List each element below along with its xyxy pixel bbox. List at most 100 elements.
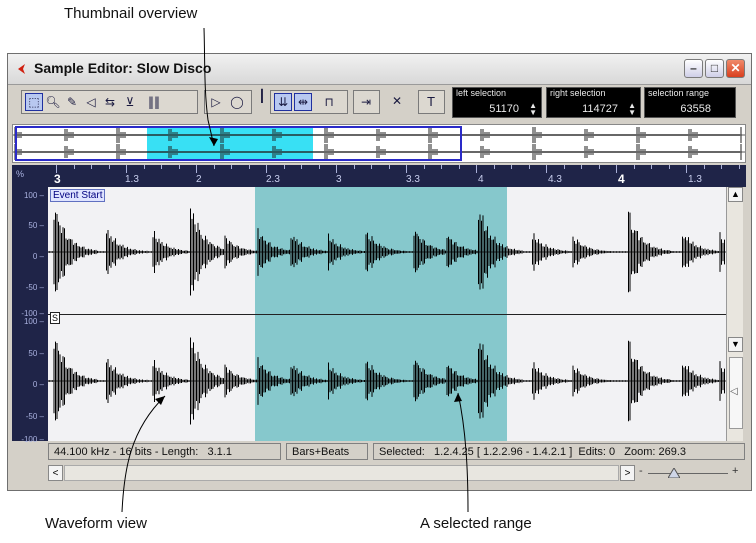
level-slider-icon[interactable]: ┃	[254, 88, 270, 116]
zoom-slider-thumb-icon[interactable]: ◁	[730, 386, 738, 397]
ruler-tick	[371, 165, 372, 169]
selection-range-field: selection range 63558	[644, 87, 736, 118]
ruler-tick	[266, 165, 267, 173]
ruler-tick	[616, 165, 617, 173]
close-button[interactable]: ✕	[726, 59, 745, 78]
channel-divider	[48, 314, 726, 315]
edits-count: Edits: 0	[578, 446, 616, 458]
ruler-tick	[249, 165, 250, 169]
ruler-tick	[406, 165, 407, 173]
ruler-tick	[494, 165, 495, 169]
ruler-label: 4.3	[548, 174, 562, 185]
minimize-button[interactable]: –	[684, 59, 703, 78]
selected-value: 1.2.4.25 [ 1.2.2.96 - 1.4.2.1 ]	[434, 446, 573, 458]
right-selection-field[interactable]: right selection 114727 ▲ ▼	[546, 87, 641, 118]
quantize-group: ⇥	[353, 90, 380, 114]
ruler-tick	[704, 165, 705, 169]
ruler-tick	[459, 165, 460, 169]
hitpoint-tool-icon[interactable]: ⊻	[122, 94, 138, 110]
play-icon[interactable]: ▷	[208, 94, 224, 110]
zoom-out-button[interactable]: -	[639, 465, 643, 477]
ruler-tick	[599, 165, 600, 169]
ruler-tick	[284, 165, 285, 169]
scroll-left-button[interactable]: <	[48, 465, 63, 481]
ruler-tick	[56, 165, 57, 173]
scroll-up-icon[interactable]: ▲	[728, 187, 743, 202]
ruler-tick	[511, 165, 512, 169]
length-value: 3.1.1	[207, 446, 232, 458]
left-selection-label: left selection	[456, 88, 507, 98]
hitpoint-group: T	[418, 90, 445, 114]
playback-group: ▷ ◯	[204, 90, 252, 114]
amplitude-label: 50 –	[28, 349, 44, 358]
waveform-view[interactable]: Event Start S	[48, 187, 726, 441]
ruler-label: 1.3	[688, 174, 702, 185]
hitpoint-sensitivity-icon[interactable]: T	[423, 94, 439, 110]
ruler-tick	[634, 165, 635, 169]
event-start-marker[interactable]: Event Start	[50, 189, 106, 202]
amplitude-label: 0 –	[32, 252, 44, 261]
grid-tool-icon[interactable]: ‖‖	[146, 94, 162, 110]
snap-icon[interactable]: ⇊	[274, 93, 292, 111]
right-selection-label: right selection	[550, 88, 606, 98]
zoom-in-button[interactable]: +	[732, 465, 738, 477]
ruler-tick	[196, 165, 197, 173]
thumbnail-overview[interactable]	[12, 124, 746, 163]
spin-arrows-icon[interactable]: ▲ ▼	[628, 102, 636, 117]
ruler-label: 3	[336, 174, 342, 185]
amplitude-label: 100 –	[23, 191, 44, 200]
ruler-tick	[389, 165, 390, 169]
view-icon[interactable]: ⇹	[294, 93, 312, 111]
thumbnail-overview-callout: Thumbnail overview	[64, 5, 198, 22]
ruler-tick	[179, 165, 180, 169]
horizontal-scrollbar[interactable]: < > - +	[48, 465, 745, 482]
zoom-slider-thumb-icon[interactable]	[668, 468, 680, 478]
ruler-tick	[529, 165, 530, 169]
timeline-ruler[interactable]: % 3 1.3 2 2.3 3 3.3 4 4.3 4 1.3	[12, 165, 746, 187]
display-format[interactable]: Bars+Beats	[286, 443, 368, 460]
spin-arrows-icon[interactable]: ▲ ▼	[529, 102, 537, 117]
ruler-tick	[651, 165, 652, 169]
ruler-tick	[91, 165, 92, 169]
selected-range-callout: A selected range	[420, 515, 532, 532]
loop-icon[interactable]: ◯	[229, 94, 245, 110]
ruler-tick	[476, 165, 477, 173]
ruler-label: 3.3	[406, 174, 420, 185]
waveform-view-callout: Waveform view	[45, 515, 147, 532]
amplitude-label: 100 –	[23, 317, 44, 326]
ruler-tick	[564, 165, 565, 169]
ruler-tick	[354, 165, 355, 169]
range-icon[interactable]: ⊓	[321, 94, 337, 110]
vertical-zoom-slider[interactable]: ◁	[729, 357, 743, 429]
scroll-down-icon[interactable]: ▼	[728, 337, 743, 352]
ruler-label: 2.3	[266, 174, 280, 185]
view-group: ⇊ ⇹ ⊓	[270, 90, 348, 114]
ruler-tick	[301, 165, 302, 169]
show-hitpoints-icon[interactable]: ✕	[389, 93, 405, 109]
ruler-tick	[546, 165, 547, 173]
speaker-tool-icon[interactable]: ◁	[83, 94, 99, 110]
snap-point-marker[interactable]: S	[50, 312, 61, 324]
pencil-tool-icon[interactable]: ✎	[64, 94, 80, 110]
selected-label: Selected:	[379, 446, 425, 458]
ruler-tick	[161, 165, 162, 169]
range-select-tool-icon[interactable]: ⬚	[25, 93, 43, 111]
overview-view-rectangle[interactable]	[15, 126, 462, 161]
ruler-label: 3	[54, 172, 61, 186]
scrub-tool-icon[interactable]: ⇆	[102, 94, 118, 110]
scroll-track[interactable]	[64, 465, 619, 481]
amplitude-label: -50 –	[25, 283, 44, 292]
zoom-slider-track[interactable]	[648, 473, 728, 474]
ruler-tick	[231, 165, 232, 169]
maximize-button[interactable]: □	[705, 59, 724, 78]
quantize-icon[interactable]: ⇥	[358, 94, 374, 110]
left-selection-value[interactable]: 51170	[489, 103, 519, 115]
amplitude-label: -100 –	[21, 435, 44, 444]
scroll-right-button[interactable]: >	[620, 465, 635, 481]
zoom-tool-icon[interactable]: 🔍︎	[45, 94, 61, 110]
left-selection-field[interactable]: left selection 51170 ▲ ▼	[452, 87, 542, 118]
right-selection-value[interactable]: 114727	[582, 103, 618, 115]
vertical-scrollbar[interactable]: ▲ ▼ ◁	[726, 187, 743, 441]
title-bar[interactable]: Sample Editor: Slow Disco – □ ✕	[8, 54, 751, 85]
ruler-tick	[686, 165, 687, 173]
